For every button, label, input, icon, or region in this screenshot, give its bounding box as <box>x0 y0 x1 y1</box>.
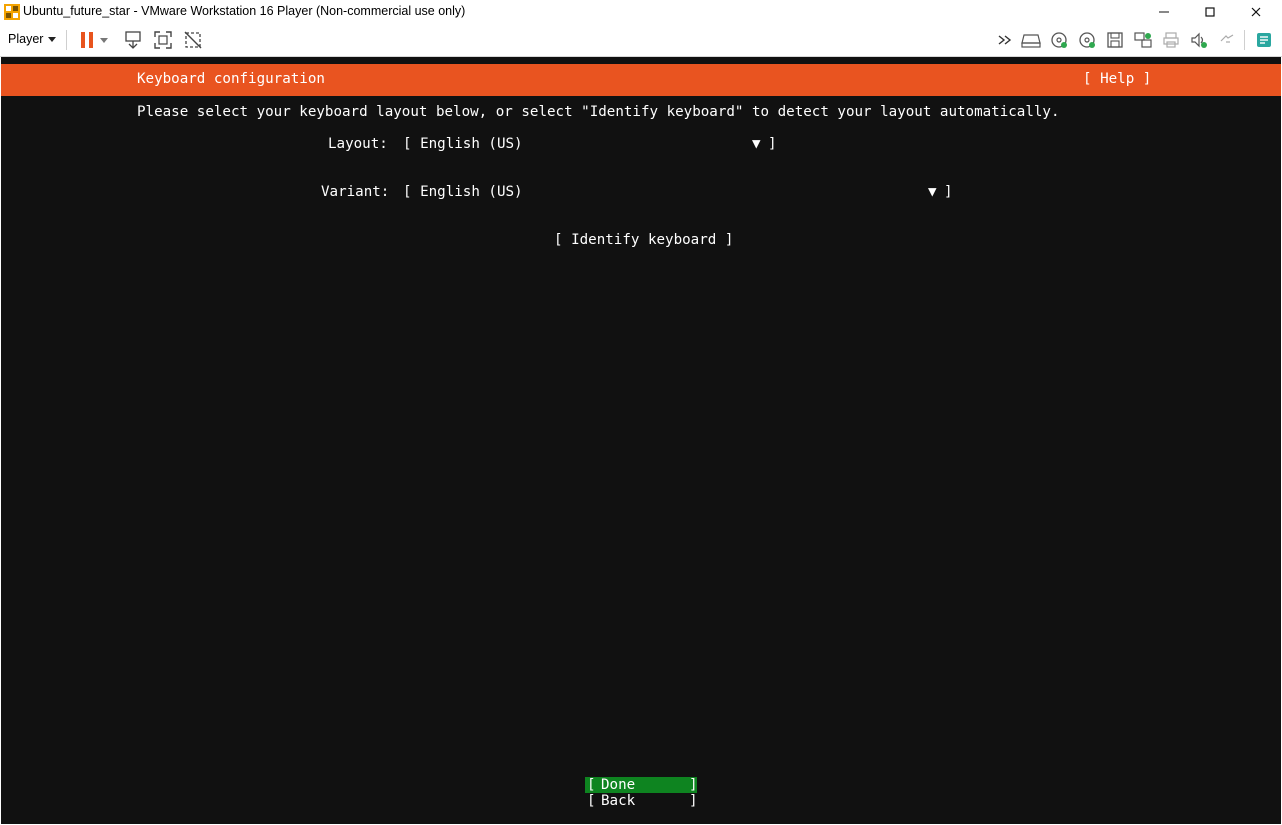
send-ctrl-alt-del-button[interactable] <box>122 29 144 51</box>
variant-label: Variant: <box>321 184 390 200</box>
more-icon <box>998 35 1012 45</box>
floppy-icon <box>1107 32 1123 48</box>
cd-dvd-2-button[interactable] <box>1076 29 1098 51</box>
minimize-icon <box>1159 11 1169 12</box>
full-screen-button[interactable] <box>152 29 174 51</box>
minimize-button[interactable] <box>1141 0 1187 23</box>
floppy-button[interactable] <box>1104 29 1126 51</box>
done-button[interactable]: [ Done ] <box>585 777 698 793</box>
toolbar-divider <box>1244 30 1245 50</box>
layout-label: Layout: <box>328 136 388 152</box>
hard-disk-button[interactable] <box>1020 29 1042 51</box>
window-title-bar: Ubuntu_future_star - VMware Workstation … <box>0 0 1282 23</box>
layout-dropdown-arrow-icon[interactable]: ▼ <box>752 136 761 152</box>
maximize-button[interactable] <box>1187 0 1233 23</box>
done-bracket-open: [ <box>587 777 596 793</box>
cd-dvd-button[interactable] <box>1048 29 1070 51</box>
close-icon <box>1251 7 1261 16</box>
installer-header: Keyboard configuration [ Help ] <box>1 64 1281 96</box>
identify-keyboard-button[interactable]: [ Identify keyboard ] <box>554 232 733 248</box>
done-bracket-close: ] <box>689 777 698 793</box>
variant-select[interactable]: [ English (US) <box>403 184 523 200</box>
hard-disk-icon <box>1021 34 1041 48</box>
vm-console-screen[interactable]: Keyboard configuration [ Help ] Please s… <box>1 57 1281 824</box>
printer-icon <box>1163 32 1179 48</box>
cd-dvd-icon <box>1051 32 1067 48</box>
window-title: Ubuntu_future_star - VMware Workstation … <box>23 4 466 18</box>
message-log-button[interactable] <box>1253 29 1275 51</box>
help-button[interactable]: [ Help ] <box>1083 71 1151 87</box>
instructions-text: Please select your keyboard layout below… <box>137 104 1060 120</box>
layout-select[interactable]: [ English (US) <box>403 136 523 152</box>
usb-icon <box>1220 34 1234 43</box>
player-menu-label: Player <box>8 32 44 46</box>
variant-select-bracket: ] <box>944 184 953 200</box>
vmware-app-icon <box>4 4 20 20</box>
sound-button[interactable] <box>1188 29 1210 51</box>
back-button[interactable]: [ Back ] <box>585 793 698 809</box>
chevron-down-icon <box>48 36 57 42</box>
toolbar-divider <box>66 30 67 50</box>
unity-button[interactable] <box>182 29 204 51</box>
printer-button[interactable] <box>1160 29 1182 51</box>
close-button[interactable] <box>1233 0 1279 23</box>
layout-select-bracket: ] <box>768 136 777 152</box>
pause-button[interactable] <box>76 29 98 51</box>
message-log-icon <box>1257 33 1271 47</box>
back-bracket-close: ] <box>689 793 698 809</box>
full-screen-icon <box>154 31 172 49</box>
player-toolbar: Player <box>0 23 1282 57</box>
player-menu-button[interactable]: Player <box>8 32 57 46</box>
maximize-icon <box>1205 6 1215 17</box>
usb-button[interactable] <box>1216 29 1238 51</box>
done-label: Done <box>601 777 636 793</box>
sound-icon <box>1191 32 1207 48</box>
power-dropdown-button[interactable] <box>97 29 111 51</box>
page-title: Keyboard configuration <box>137 71 325 87</box>
network-adapter-icon <box>1134 32 1152 48</box>
unity-icon <box>184 31 202 49</box>
cd-dvd-2-icon <box>1079 32 1095 48</box>
variant-dropdown-arrow-icon[interactable]: ▼ <box>928 184 937 200</box>
network-adapter-button[interactable] <box>1132 29 1154 51</box>
more-button[interactable] <box>994 29 1016 51</box>
chevron-down-icon <box>100 37 108 43</box>
back-bracket-open: [ <box>587 793 596 809</box>
pause-icon <box>81 32 93 48</box>
back-label: Back <box>601 793 636 809</box>
send-ctrl-alt-del-icon <box>125 31 141 49</box>
